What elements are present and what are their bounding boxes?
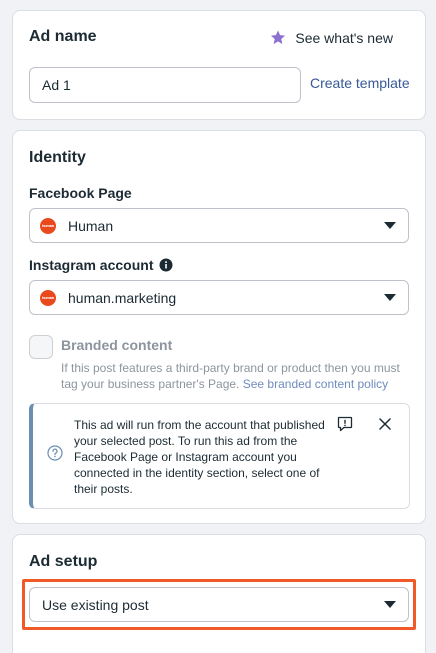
facebook-page-label: Facebook Page — [29, 185, 132, 201]
caret-down-icon — [384, 601, 396, 608]
ad-setup-select[interactable]: Use existing post — [29, 587, 409, 622]
instagram-account-value: human.marketing — [68, 289, 177, 306]
brand-logo-text: human — [41, 295, 55, 300]
instagram-account-label: Instagram account — [29, 257, 154, 273]
identity-card: Identity Facebook Page human Human Insta… — [12, 130, 426, 524]
brand-logo-text: human — [41, 223, 55, 228]
facebook-page-select[interactable]: human Human — [29, 208, 409, 243]
create-template-link[interactable]: Create template — [310, 75, 410, 91]
caret-down-icon — [384, 294, 396, 301]
identity-info-banner: This ad will run from the account that p… — [29, 403, 410, 509]
ad-name-card: Ad name See what's new Create template — [12, 10, 426, 120]
info-banner-text: This ad will run from the account that p… — [74, 418, 325, 496]
branded-content-description: If this post features a third-party bran… — [61, 360, 413, 392]
ad-setup-card: Ad setup Use existing post — [12, 534, 426, 653]
question-circle-icon — [47, 445, 63, 461]
branded-content-label: Branded content — [61, 337, 173, 353]
brand-logo-icon: human — [40, 217, 56, 234]
see-whats-new-label: See what's new — [295, 29, 393, 46]
instagram-account-select[interactable]: human human.marketing — [29, 280, 409, 315]
ad-setup-selected-option: Use existing post — [42, 596, 149, 613]
branded-content-checkbox[interactable] — [29, 335, 53, 359]
instagram-label-row: Instagram account — [29, 257, 173, 273]
ad-name-input[interactable] — [29, 67, 301, 103]
brand-logo-icon: human — [40, 289, 56, 306]
ad-name-title: Ad name — [29, 28, 97, 45]
info-circle-icon[interactable] — [159, 258, 173, 272]
close-icon[interactable] — [378, 417, 392, 431]
caret-down-icon — [384, 222, 396, 229]
see-whats-new-link[interactable]: See what's new — [269, 29, 393, 46]
branded-content-policy-link[interactable]: See branded content policy — [243, 377, 388, 391]
star-icon — [271, 30, 286, 44]
facebook-page-value: Human — [68, 217, 114, 234]
feedback-icon[interactable] — [337, 416, 353, 432]
identity-title: Identity — [29, 149, 86, 166]
ad-setup-title: Ad setup — [29, 553, 98, 570]
